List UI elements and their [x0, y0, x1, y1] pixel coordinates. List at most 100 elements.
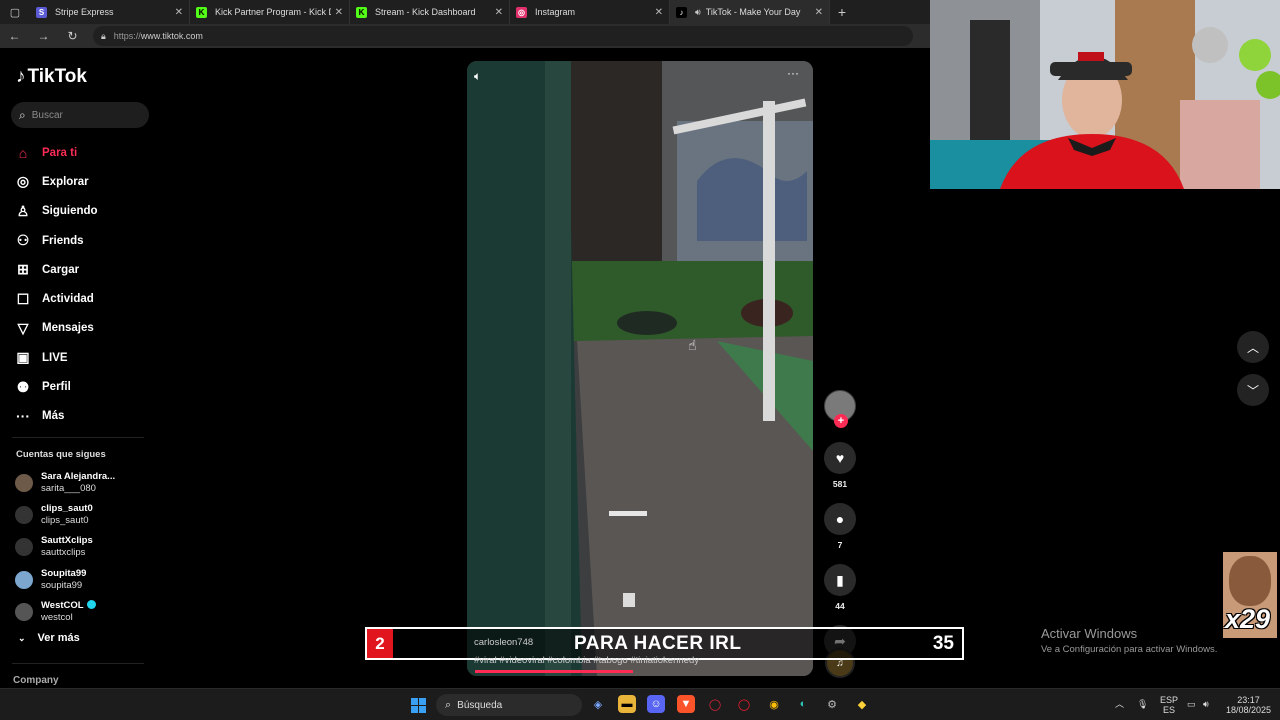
sidebar-item-label: Explorar [42, 175, 89, 188]
search-icon: ⌕ [19, 107, 26, 122]
following-account[interactable]: WestCOL westcol [15, 596, 115, 628]
video-author[interactable]: carlosleon748 [474, 637, 533, 648]
chrome-icon[interactable]: ◉ [765, 695, 783, 713]
home-icon: ⌂ [18, 144, 28, 161]
video-hashtags[interactable]: #viral #videoviral #colombia #tabogo #ti… [474, 655, 699, 666]
video-progress-bar[interactable] [475, 670, 633, 673]
avatar [15, 506, 33, 525]
following-account[interactable]: SauttXclips sauttxclips [15, 531, 115, 563]
close-tab-icon[interactable]: ✕ [495, 7, 503, 18]
forward-icon[interactable]: → [29, 29, 58, 43]
new-tab-button[interactable]: + [830, 0, 854, 24]
address-bar[interactable]: 🔒︎ https:// www.tiktok.com [93, 26, 913, 46]
account-name: SauttXclips [41, 535, 93, 547]
creator-avatar[interactable]: + [824, 390, 856, 428]
url-host: www.tiktok.com [140, 31, 203, 41]
more-options-icon[interactable]: ··· [787, 66, 799, 80]
see-more-label: Ver más [37, 632, 80, 644]
logo-text: TikTok [27, 66, 87, 87]
sidebar-menu: ⌂ Para ti ◎ Explorar ♙ Siguiendo ⚇ Friends ⊞ Carg… [14, 138, 98, 431]
speaker-icon[interactable]: 🔊︎ [1203, 699, 1209, 709]
network-icon[interactable]: ▭ [1187, 699, 1196, 709]
avatar [15, 474, 33, 493]
compass-icon: ◎ [16, 173, 30, 190]
sidebar-item-cargar[interactable]: ⊞ Cargar [14, 255, 98, 284]
sidebar-item-live[interactable]: ▣ LIVE [14, 343, 98, 372]
copilot-icon[interactable]: ◈ [589, 695, 607, 713]
taskbar-search[interactable]: ⌕ Búsqueda [436, 694, 582, 716]
following-account[interactable]: Soupita99 soupita99 [15, 564, 115, 596]
brave-icon[interactable]: ▼ [677, 695, 695, 713]
file-explorer-icon[interactable]: ▬ [618, 695, 636, 713]
opera-gx-icon[interactable]: ◯ [706, 695, 724, 713]
avatar [15, 570, 33, 589]
discord-icon[interactable]: ☺ [647, 695, 665, 713]
browser-toolbar: ← → ↻ 🔒︎ https:// www.tiktok.com [0, 24, 930, 48]
sidebar-item-friends[interactable]: ⚇ Friends [14, 226, 98, 255]
next-video-button[interactable]: ﹀ [1237, 374, 1269, 406]
chevron-up-icon: ︿ [1246, 340, 1259, 355]
lock-icon: 🔒︎ [101, 30, 106, 41]
following-account[interactable]: clips_saut0 clips_saut0 [15, 499, 115, 531]
settings-gear-icon[interactable]: ⚙ [823, 695, 841, 713]
search-input[interactable]: ⌕ Buscar [11, 102, 149, 128]
sidebar-item-perfil[interactable]: ⚉ Perfil [14, 372, 98, 401]
sidebar-item-siguiendo[interactable]: ♙ Siguiendo [14, 197, 98, 226]
windows-start-icon[interactable] [411, 698, 426, 713]
microphone-icon[interactable]: 🎙︎ [1137, 699, 1148, 709]
previous-video-button[interactable]: ︿ [1237, 331, 1269, 363]
tab-title: TikTok - Make Your Day [705, 7, 801, 17]
live-icon: ▣ [16, 349, 30, 366]
overlay-message: PARA HACER IRL [574, 633, 742, 654]
tiktok-logo[interactable]: ♪ TikTok [16, 66, 87, 88]
clock[interactable]: 23:17 18/08/2025 [1226, 695, 1271, 715]
sidebar-item-para-ti[interactable]: ⌂ Para ti [14, 138, 98, 167]
sidebar-item-m-s[interactable]: ··· Más [14, 402, 98, 431]
browser-tab[interactable]: ♪ 🔊︎ TikTok - Make Your Day ✕ [670, 0, 830, 24]
opera-icon[interactable]: ◯ [735, 695, 753, 713]
browser-tab[interactable]: ◎ Instagram ✕ [510, 0, 670, 24]
edge-icon[interactable]: ◐ [794, 695, 812, 713]
back-icon[interactable]: ← [0, 29, 29, 43]
tray-chevron-up-icon[interactable]: ︿ [1115, 699, 1124, 709]
activate-subtitle: Ve a Configuración para activar Windows. [1041, 644, 1218, 655]
close-tab-icon[interactable]: ✕ [655, 7, 663, 18]
tab-audio-icon[interactable]: 🔊︎ [695, 7, 701, 18]
comment-button[interactable]: ● [824, 503, 856, 535]
reload-icon[interactable]: ↻ [58, 29, 87, 43]
video-player[interactable] [467, 61, 813, 676]
bluestacks-icon[interactable]: ◆ [853, 695, 871, 713]
save-button[interactable]: ▮ [824, 564, 856, 596]
sidebar-item-explorar[interactable]: ◎ Explorar [14, 167, 98, 196]
sidebar-item-actividad[interactable]: ☐ Actividad [14, 284, 98, 313]
tab-actions-icon[interactable]: ▢ [0, 0, 30, 24]
chevron-down-icon: ⌄ [18, 632, 26, 643]
account-name: Sara Alejandra... [41, 471, 116, 483]
like-button[interactable]: ♥ [824, 442, 856, 474]
upload-icon: ⊞ [17, 261, 29, 278]
follow-plus-icon[interactable]: + [834, 414, 848, 428]
company-link[interactable]: Company [13, 675, 59, 686]
tab-title: Stream - Kick Dashboard [375, 7, 476, 17]
browser-tab[interactable]: K Stream - Kick Dashboard ✕ [350, 0, 510, 24]
following-list: Sara Alejandra... sarita___080 clips_saut0… [15, 467, 115, 628]
language-indicator[interactable]: ESP ES [1160, 695, 1178, 715]
tiktok-note-icon: ♪ [16, 66, 26, 87]
sidebar-item-label: Más [42, 410, 65, 423]
browser-tab[interactable]: S Stripe Express ✕ [30, 0, 190, 24]
taskbar-search-label: Búsqueda [457, 699, 503, 711]
language-top: ESP [1160, 695, 1179, 705]
following-account[interactable]: Sara Alejandra... sarita___080 [15, 467, 115, 499]
sidebar-item-mensajes[interactable]: ▽ Mensajes [14, 314, 98, 343]
close-tab-icon[interactable]: ✕ [815, 7, 823, 18]
close-tab-icon[interactable]: ✕ [335, 7, 343, 18]
tab-favicon-icon: ♪ [676, 6, 687, 18]
volume-icon[interactable]: 🔈︎ [474, 69, 481, 84]
close-tab-icon[interactable]: ✕ [175, 7, 183, 18]
friends-icon: ⚇ [16, 232, 30, 249]
see-more-button[interactable]: ⌄ Ver más [18, 632, 80, 644]
messages-icon: ▽ [17, 319, 29, 336]
sidebar-item-label: Cargar [42, 263, 80, 276]
browser-tab[interactable]: K Kick Partner Program - Kick Dashb... ✕ [190, 0, 350, 24]
account-name: WestCOL [41, 599, 84, 611]
